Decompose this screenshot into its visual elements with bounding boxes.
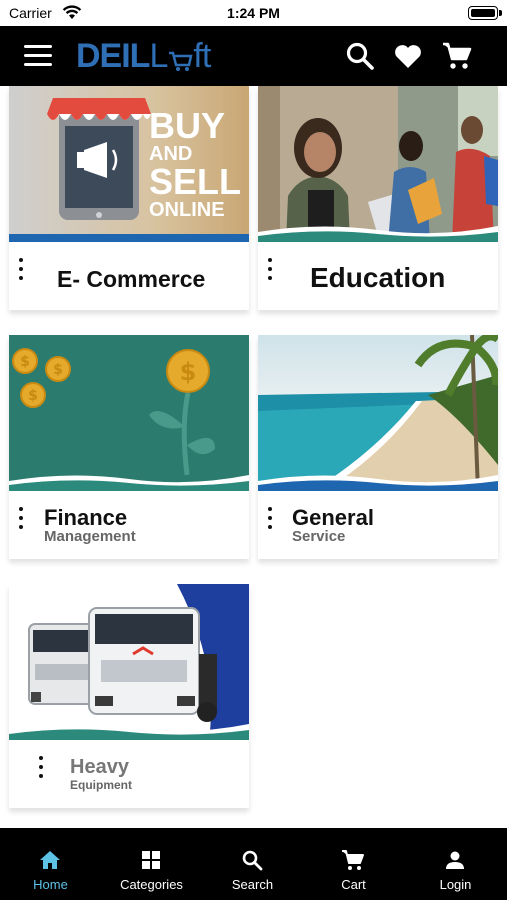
card-subtitle: Service [292, 528, 346, 545]
general-image [258, 335, 498, 491]
heart-icon[interactable] [392, 40, 424, 72]
svg-text:$: $ [28, 388, 38, 404]
more-options-icon[interactable] [13, 507, 29, 535]
nav-search-label: Search [231, 877, 274, 892]
card-footer: Heavy Equipment [9, 740, 249, 808]
card-title: Education [310, 262, 446, 293]
nav-cart-label: Cart [341, 877, 366, 892]
grid-icon [142, 851, 160, 869]
card-footer: General Service [258, 491, 498, 559]
nav-categories-label: Categories [120, 877, 183, 892]
card-footer: Education [258, 242, 498, 310]
card-footer: E- Commerce [9, 242, 249, 310]
card-subtitle: Management [44, 528, 136, 545]
search-icon[interactable] [344, 40, 376, 72]
category-grid[interactable]: BUY AND SELL ONLINE E- Commerce Educatio… [0, 86, 507, 828]
card-general[interactable]: General Service [258, 335, 498, 559]
ecommerce-image: BUY AND SELL ONLINE [9, 86, 249, 242]
logo-cart-mark [169, 51, 193, 71]
card-finance[interactable]: $ $ $ $ Finance Management [9, 335, 249, 559]
svg-text:$: $ [180, 358, 197, 386]
nav-search[interactable]: Search [202, 828, 303, 900]
nav-cart[interactable]: Cart [303, 828, 404, 900]
logo-text-ft: ft [193, 36, 211, 75]
ecommerce-image-text: BUY AND SELL ONLINE [149, 105, 242, 221]
image-text-online: ONLINE [149, 199, 225, 221]
svg-text:$: $ [20, 354, 30, 370]
logo-text-l: L [149, 36, 168, 75]
finance-image: $ $ $ $ [9, 335, 249, 491]
card-education[interactable]: Education [258, 86, 498, 310]
bottom-navigation: Home Categories Search Cart Login [0, 828, 507, 900]
app-header: DEIL L ft [0, 26, 507, 86]
status-time: 1:24 PM [227, 5, 280, 21]
logo-text-deil: DEIL [76, 36, 150, 75]
home-icon [40, 851, 60, 869]
card-subtitle: Equipment [70, 778, 132, 792]
nav-home[interactable]: Home [0, 828, 101, 900]
card-ecommerce[interactable]: BUY AND SELL ONLINE E- Commerce [9, 86, 249, 310]
education-image [258, 86, 498, 242]
more-options-icon[interactable] [262, 258, 278, 286]
card-footer: Finance Management [9, 491, 249, 559]
status-bar: Carrier 1:24 PM [0, 0, 507, 26]
heavy-equipment-image [9, 584, 249, 740]
svg-text:$: $ [53, 362, 63, 378]
nav-home-label: Home [33, 877, 68, 892]
user-icon [446, 851, 464, 869]
brand-logo[interactable]: DEIL L ft [76, 36, 211, 76]
nav-login[interactable]: Login [405, 828, 506, 900]
nav-categories[interactable]: Categories [101, 828, 202, 900]
more-options-icon[interactable] [33, 756, 49, 784]
cart-icon [342, 850, 364, 870]
card-title: E- Commerce [57, 266, 206, 292]
image-text-buy: BUY [149, 105, 226, 146]
cart-icon[interactable] [441, 40, 473, 72]
card-title: Heavy [70, 756, 129, 778]
search-icon [242, 850, 263, 871]
nav-login-label: Login [439, 877, 472, 892]
image-text-sell: SELL [149, 161, 242, 202]
more-options-icon[interactable] [13, 258, 29, 286]
card-heavy-equipment[interactable]: Heavy Equipment [9, 584, 249, 808]
menu-icon[interactable] [24, 45, 52, 67]
battery-icon [468, 6, 502, 20]
more-options-icon[interactable] [262, 507, 278, 535]
